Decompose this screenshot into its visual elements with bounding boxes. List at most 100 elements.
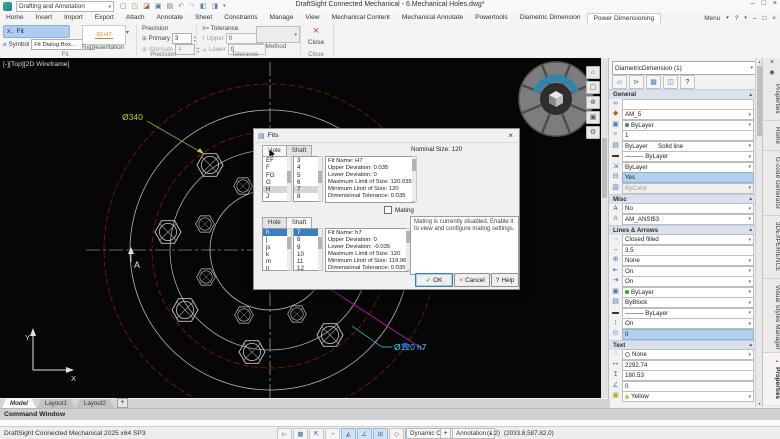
pick-point-button[interactable]: ◫ [663,75,678,89]
text-position-y-field[interactable]: 180.53 [622,370,754,381]
workspace-select[interactable]: Drafting and Annotation ▾ [16,1,114,12]
list-item[interactable]: js [263,244,287,251]
viewport-label[interactable]: [-][Top][2D Wireframe] [3,61,69,68]
representation-dropdown-icon[interactable]: ▾ [126,29,129,36]
undo-icon[interactable]: ↶ [178,2,184,11]
list-item[interactable]: 6 [294,179,318,186]
list-item[interactable]: J [263,193,287,200]
section-header-misc[interactable]: Misc ▴ [609,194,756,204]
doc-minimize-icon[interactable]: ‒ [753,15,757,22]
list-item[interactable]: G [263,179,287,186]
select-entities-button[interactable]: ⊳ [629,75,644,89]
close-icon[interactable]: × [773,0,777,7]
zoom-target-button[interactable]: ⊕ [586,96,600,109]
doc-next-icon[interactable]: ◨ [212,2,219,11]
doc-close-icon[interactable]: × [772,15,776,22]
mating-checkbox[interactable]: Mating [384,206,414,214]
redo-icon[interactable]: ↷ [189,2,195,11]
ok-button[interactable]: ✓ OK [415,273,453,287]
menu-chevron-icon[interactable]: ▾ [726,15,729,21]
grip-point[interactable] [403,343,408,348]
tab-powertools[interactable]: Powertools [469,13,514,23]
cancel-button[interactable]: × Cancel [454,273,490,287]
pin-palette-icon[interactable]: ◉ [763,68,780,78]
list-item[interactable]: n [263,265,287,271]
dim-line-1-select[interactable]: On▾ [622,266,754,277]
doc-restore-icon[interactable]: □ [762,15,766,22]
tab-manage[interactable]: Manage [264,13,300,23]
add-sheet-button[interactable]: + [117,398,128,408]
grid-toggle[interactable]: ▦ [293,428,308,439]
list-item[interactable]: 4 [294,164,318,171]
new-file-icon[interactable]: ▢ [120,2,127,11]
text-color-select[interactable]: Yellow▾ [622,391,754,402]
collapse-icon[interactable]: ▴ [749,92,752,98]
scrollbar[interactable] [412,156,417,202]
help-icon[interactable]: ? [735,15,739,22]
close-ribbon-icon[interactable]: × [306,26,326,37]
list-item-selected[interactable]: h [263,229,287,236]
list-item-selected[interactable]: 7 [294,186,318,193]
lineweight-toggle[interactable]: ◇ [389,428,404,439]
more-commands-icon[interactable]: ▾ [223,2,226,11]
etrack-toggle[interactable]: ∠ [357,428,372,439]
close-icon[interactable]: × [506,131,515,140]
navigation-wheel[interactable] [519,62,593,136]
tab-sheet[interactable]: Sheet [189,13,218,23]
list-item[interactable]: 11 [294,258,318,265]
sheet-tab-model[interactable]: Model [2,399,36,408]
palette-tab-properties[interactable]: Properties [763,78,780,121]
list-item[interactable]: 10 [294,251,318,258]
minimize-icon[interactable]: ‒ [751,0,755,7]
list-item[interactable]: 12 [294,265,318,271]
edit-annotation-button[interactable]: ▱ [612,75,627,89]
tab-annotate[interactable]: Annotate [151,13,189,23]
ribbon-collapse-icon[interactable]: ▾ [744,15,747,21]
scrollbar[interactable] [318,228,323,271]
help-button[interactable]: ? [680,75,695,89]
ext-line-1-select[interactable]: On▾ [622,318,754,329]
section-header-text[interactable]: Text ▴ [609,340,756,350]
tab-mechanical-annotate[interactable]: Mechanical Annotate [396,13,469,23]
add-scale-button[interactable]: + [440,428,451,439]
tab-home[interactable]: Home [0,13,30,23]
palette-tab-3d-experience[interactable]: 3DEXPERIENCE [763,216,780,278]
scrollbar[interactable] [287,156,292,202]
dim-line-2-select[interactable]: On▾ [622,276,754,287]
list-item[interactable]: 3 [294,157,318,164]
tab-import[interactable]: Import [58,13,89,23]
close-palette-icon[interactable]: × [763,58,780,68]
text-position-x-field[interactable]: 2292.74 [622,360,754,371]
scrollbar[interactable] [318,156,323,202]
annotative-select[interactable]: No▾ [622,203,754,214]
view-settings-button[interactable]: ⚙ [586,126,600,139]
open-file-icon[interactable]: ◳ [132,2,139,11]
print-icon[interactable]: ▤ [167,2,174,11]
save-icon[interactable]: ▣ [155,2,162,11]
tab-mechanical-content[interactable]: Mechanical Content [326,13,396,23]
shaft-grade-list[interactable]: 7 8 9 10 11 12 [293,228,319,271]
ext-offset-field[interactable]: 0 [622,329,754,340]
list-item[interactable]: F [263,164,287,171]
line-color-select[interactable]: ByLayer▾ [622,120,754,131]
palette-tab-visual-styles-manager[interactable]: Visual Styles Manager [763,279,780,357]
name-field[interactable] [622,99,754,110]
entity-selector[interactable]: DiametricDimension (1) ▾ [612,61,756,75]
view-cube-button[interactable]: ▢ [586,81,600,94]
palette-tab-gcode-generator[interactable]: G-code Generator [763,151,780,216]
tab-view[interactable]: View [299,13,325,23]
scrollbar[interactable] [287,228,292,271]
shaft-letter-list[interactable]: h j js k m n [262,228,288,271]
polar-toggle[interactable]: ◔ [325,428,340,439]
text-fill-select[interactable]: None▾ [622,349,754,360]
palette-tab-properties-active[interactable]: ▪ Properties [763,352,780,405]
sheet-tab-layout1[interactable]: Layout1 [37,399,75,408]
dimension-340[interactable]: Ø340 [122,112,143,122]
dimension-120-fit[interactable]: h7 [417,342,427,352]
collapse-icon[interactable]: ▴ [749,196,752,202]
line-scale-field[interactable]: 1 [622,130,754,141]
list-item[interactable]: FG [263,172,287,179]
tolerance-method-select[interactable]: ▾ [256,26,300,43]
section-header-lines-arrows[interactable]: Lines & Arrows ▴ [609,225,756,235]
representation-preview[interactable]: 60 H7 [82,25,126,45]
